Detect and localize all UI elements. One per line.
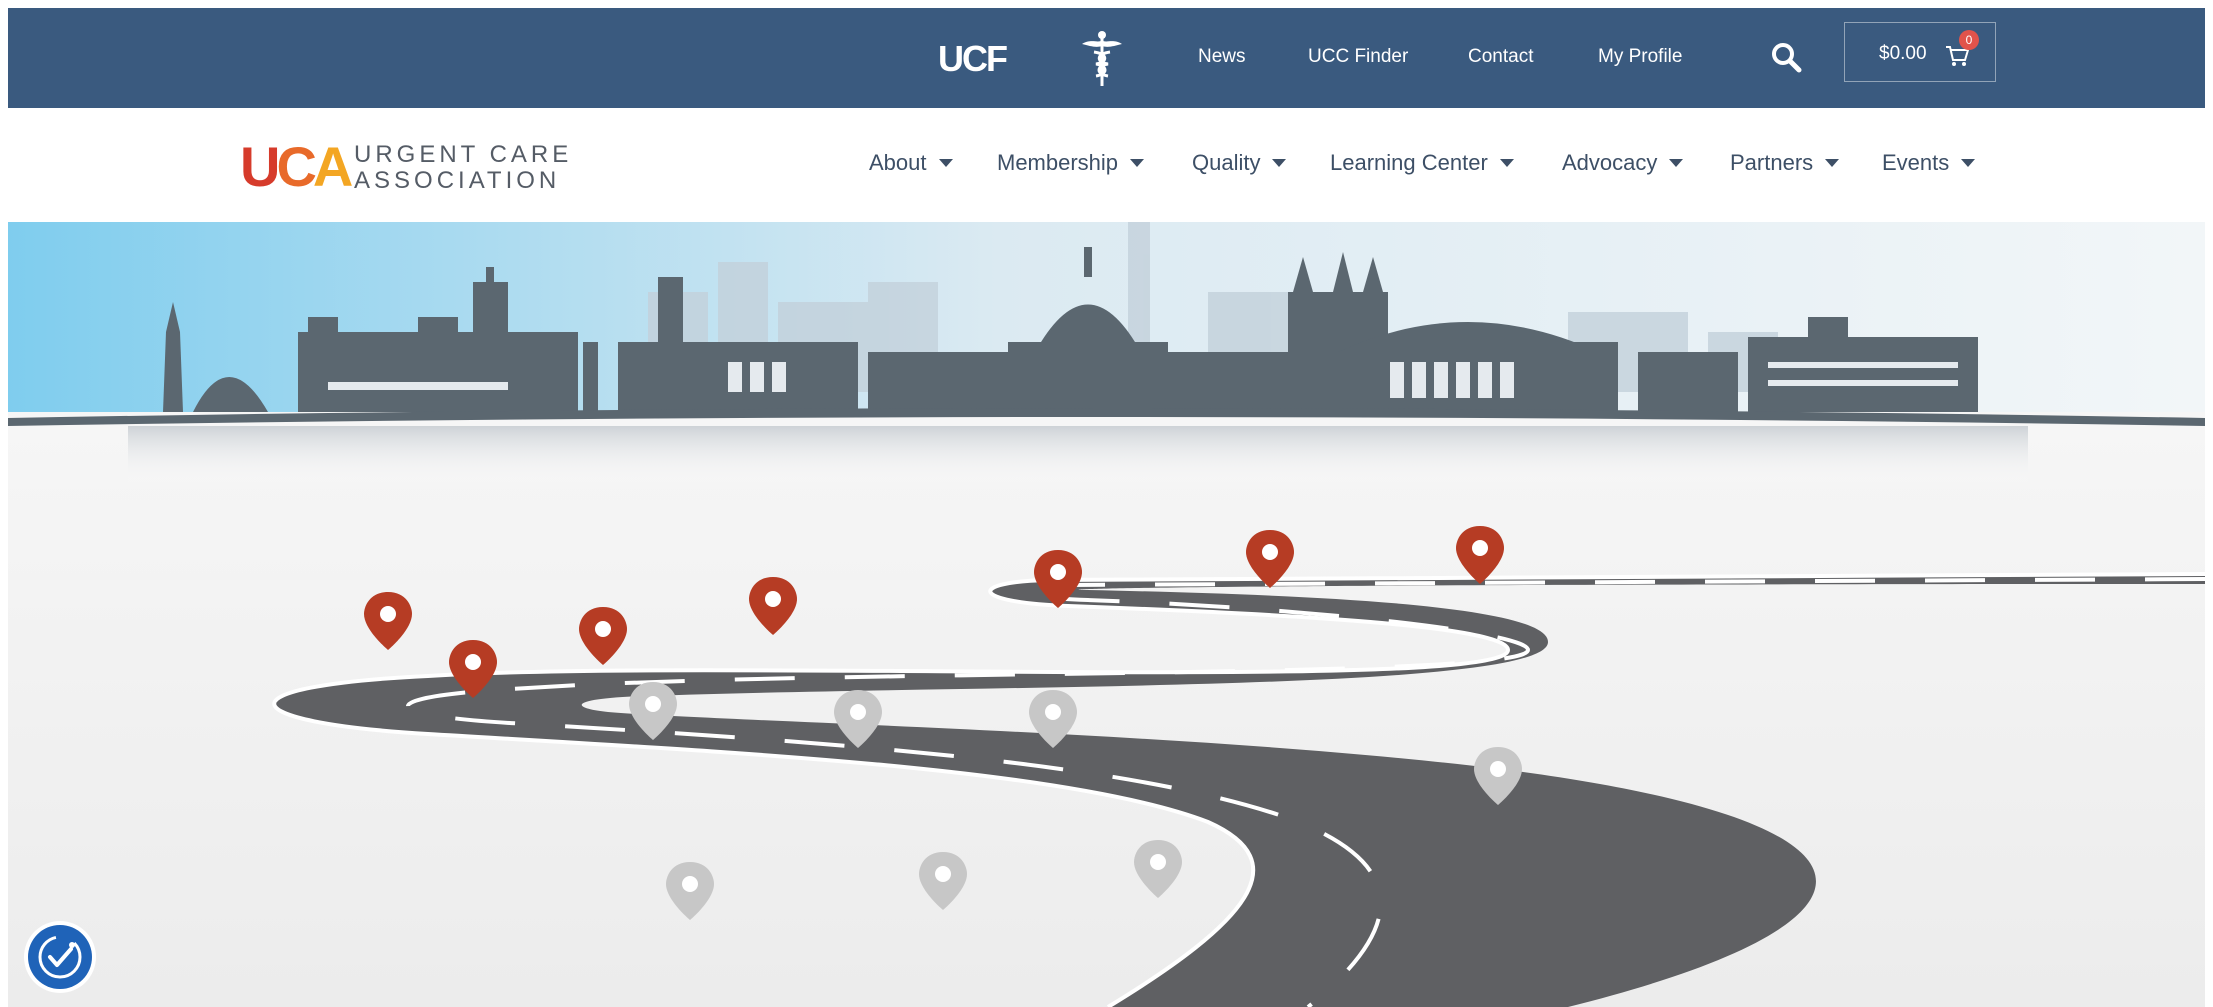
chevron-down-icon bbox=[1825, 159, 1840, 167]
news-link[interactable]: News bbox=[1198, 46, 1246, 68]
chevron-down-icon bbox=[938, 159, 953, 167]
nav-quality-label: Quality bbox=[1192, 150, 1261, 175]
chevron-down-icon bbox=[1961, 159, 1976, 167]
my-profile-link[interactable]: My Profile bbox=[1598, 46, 1682, 68]
logo-letter-a: A bbox=[312, 135, 354, 198]
nav-membership-label: Membership bbox=[997, 150, 1119, 175]
nav-events[interactable]: Events bbox=[1882, 150, 1976, 176]
cart-button[interactable]: $0.00 0 bbox=[1844, 22, 1996, 82]
nav-about[interactable]: About bbox=[869, 150, 953, 176]
nav-partners-label: Partners bbox=[1730, 150, 1814, 175]
nav-membership[interactable]: Membership bbox=[997, 150, 1145, 176]
nav-events-label: Events bbox=[1882, 150, 1950, 175]
nav-quality[interactable]: Quality bbox=[1192, 150, 1287, 176]
nav-learning-center-label: Learning Center bbox=[1330, 150, 1488, 175]
uca-logo-mark: UCA bbox=[240, 135, 354, 198]
caduceus-icon[interactable] bbox=[1078, 30, 1126, 88]
chevron-down-icon bbox=[1669, 159, 1684, 167]
nav-learning-center[interactable]: Learning Center bbox=[1330, 150, 1514, 176]
accessibility-button[interactable] bbox=[28, 925, 92, 989]
logo-line-1: URGENT CARE bbox=[354, 141, 573, 168]
nav-partners[interactable]: Partners bbox=[1730, 150, 1840, 176]
ucc-finder-link[interactable]: UCC Finder bbox=[1308, 46, 1408, 68]
top-utility-bar: UCF News UCC Finder Contact My Profile $… bbox=[8, 8, 2205, 108]
contact-link[interactable]: Contact bbox=[1468, 46, 1533, 68]
page: UCF News UCC Finder Contact My Profile $… bbox=[0, 0, 2213, 1007]
logo-letter-c: C bbox=[276, 135, 317, 198]
skyline-reflection bbox=[128, 426, 2028, 486]
nav-advocacy-label: Advocacy bbox=[1562, 150, 1658, 175]
chevron-down-icon bbox=[1272, 159, 1287, 167]
nav-advocacy[interactable]: Advocacy bbox=[1562, 150, 1684, 176]
cart-amount: $0.00 bbox=[1879, 43, 1927, 64]
logo-line-2: ASSOCIATION bbox=[354, 167, 561, 194]
logo-letter-u: U bbox=[240, 135, 281, 198]
nav-about-label: About bbox=[869, 150, 927, 175]
main-navigation: UCA URGENT CARE ASSOCIATION About Member… bbox=[8, 108, 2205, 223]
uca-logo-text: URGENT CARE ASSOCIATION bbox=[354, 142, 572, 194]
ucf-logo[interactable]: UCF bbox=[938, 38, 1008, 80]
hero-illustration bbox=[8, 222, 2205, 1007]
search-icon[interactable] bbox=[1770, 41, 1802, 73]
uca-logo[interactable]: UCA URGENT CARE ASSOCIATION bbox=[240, 138, 600, 198]
chevron-down-icon bbox=[1499, 159, 1514, 167]
accessibility-icon bbox=[38, 935, 82, 979]
cart-count-badge: 0 bbox=[1959, 30, 1979, 50]
chevron-down-icon bbox=[1130, 159, 1145, 167]
hero-banner bbox=[8, 222, 2205, 1007]
